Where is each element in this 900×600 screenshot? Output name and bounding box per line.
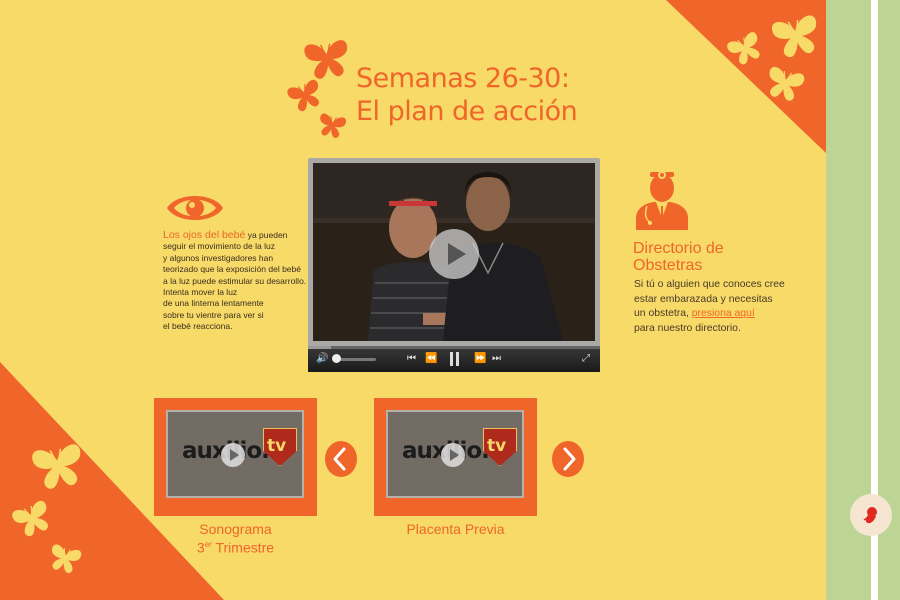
- directory-title-line1: Directorio de: [633, 240, 724, 257]
- rewind-icon[interactable]: ⏪: [425, 353, 437, 365]
- video-progress-fill: [308, 346, 332, 349]
- fetus-icon: [863, 507, 877, 524]
- butterfly-icon: [770, 14, 823, 60]
- play-icon[interactable]: [441, 443, 465, 467]
- thumbnail-label-placenta[interactable]: Placenta Previa: [374, 521, 537, 537]
- volume-icon[interactable]: 🔊: [316, 353, 328, 365]
- eye-highlight: Los ojos del bebé: [163, 229, 246, 241]
- page-title: Semanas 26-30: El plan de acción: [356, 62, 616, 128]
- tv-badge-text: tv: [487, 436, 507, 456]
- thumbnail-label-sonograma[interactable]: Sonograma 3er Trimestre: [154, 521, 317, 556]
- sidebar-scroll-knob[interactable]: [850, 494, 892, 536]
- pause-icon[interactable]: [450, 352, 453, 366]
- eye-description: Los ojos del bebé ya pueden seguir el mo…: [163, 229, 323, 333]
- butterfly-icon: [47, 543, 83, 576]
- prev-button[interactable]: [325, 441, 357, 477]
- play-icon[interactable]: [221, 443, 245, 467]
- video-player[interactable]: 🔊 ⏮ ⏪ ⏩ ⏭ ⤢: [308, 158, 600, 372]
- directory-text-line: para nuestro directorio.: [634, 322, 741, 334]
- eye-text-line: y algunos investigadores han: [163, 252, 274, 263]
- thumbnail-label-number: 3: [196, 539, 205, 556]
- eye-text-line: a la luz puede estimular su desarrollo.: [163, 275, 307, 286]
- doctor-icon: [636, 171, 688, 230]
- video-controls: 🔊 ⏮ ⏪ ⏩ ⏭ ⤢: [308, 346, 600, 372]
- skip-forward-icon[interactable]: ⏭: [492, 353, 501, 365]
- video-thumbnail-placenta[interactable]: auxilio. tv: [374, 398, 537, 516]
- butterfly-icon: [30, 443, 86, 492]
- eye-icon: [167, 196, 223, 220]
- directory-title-line2: Obstetras: [633, 257, 703, 274]
- thumbnail-screen: auxilio. tv: [166, 410, 304, 498]
- thumbnail-label-sup: er: [204, 540, 212, 549]
- tv-badge-text: tv: [267, 436, 287, 456]
- directory-text-pre: un obstetra,: [634, 308, 692, 320]
- butterfly-icon: [303, 39, 352, 81]
- eye-text-line: ya pueden: [245, 230, 288, 240]
- butterfly-icon: [725, 30, 766, 68]
- eye-text-line: sobre tu vientre para ver si: [163, 309, 264, 320]
- eye-text-line: de una linterna lentamente: [163, 298, 264, 309]
- page-title-line1: Semanas 26-30:: [356, 63, 570, 94]
- directory-link[interactable]: presiona aquí: [692, 308, 755, 319]
- fast-forward-icon[interactable]: ⏩: [474, 353, 486, 365]
- pause-icon-bar: [456, 352, 459, 366]
- skip-back-icon[interactable]: ⏮: [407, 353, 416, 365]
- thumbnail-label-line1: Sonograma: [199, 521, 272, 537]
- chevron-left-icon: [333, 447, 346, 471]
- directory-text-line: Si tú o alguien que conoces cree: [634, 279, 785, 290]
- butterfly-icon: [316, 112, 347, 140]
- video-thumbnail-sonograma[interactable]: auxilio. tv: [154, 398, 317, 516]
- next-button[interactable]: [552, 441, 584, 477]
- thumbnail-label-line2: 3er Trimestre: [154, 537, 317, 556]
- fullscreen-icon[interactable]: ⤢: [582, 353, 590, 365]
- directory-text-line: un obstetra, presiona aquí: [634, 307, 814, 322]
- video-play-button[interactable]: [429, 229, 479, 279]
- video-progress-bar[interactable]: [308, 346, 600, 349]
- eye-text-line: teorizado que la exposición del bebé: [163, 264, 301, 275]
- butterfly-icon: [10, 499, 55, 540]
- directory-text: Si tú o alguien que conoces cree estar e…: [634, 278, 814, 336]
- play-icon: [448, 243, 466, 265]
- eye-text-line: seguir el movimiento de la luz: [163, 241, 275, 252]
- eye-text-line: el bebé reacciona.: [163, 321, 233, 332]
- thumbnail-label-line1: Placenta Previa: [406, 521, 505, 537]
- sidebar: [826, 0, 900, 600]
- directory-title: Directorio de Obstetras: [633, 240, 813, 274]
- butterfly-icon: [763, 65, 806, 104]
- chevron-right-icon: [563, 447, 576, 471]
- eye-text-line: Intenta mover la luz: [163, 287, 238, 298]
- volume-knob[interactable]: [332, 354, 341, 363]
- main-content: Semanas 26-30: El plan de acción Los ojo…: [0, 0, 826, 600]
- butterfly-icon: [286, 78, 325, 115]
- directory-text-line: estar embarazada y necesitas: [634, 293, 773, 305]
- page-title-line2: El plan de acción: [356, 96, 578, 127]
- thumbnail-label-rest: Trimestre: [211, 539, 275, 556]
- video-screen[interactable]: [313, 163, 595, 341]
- thumbnail-screen: auxilio. tv: [386, 410, 524, 498]
